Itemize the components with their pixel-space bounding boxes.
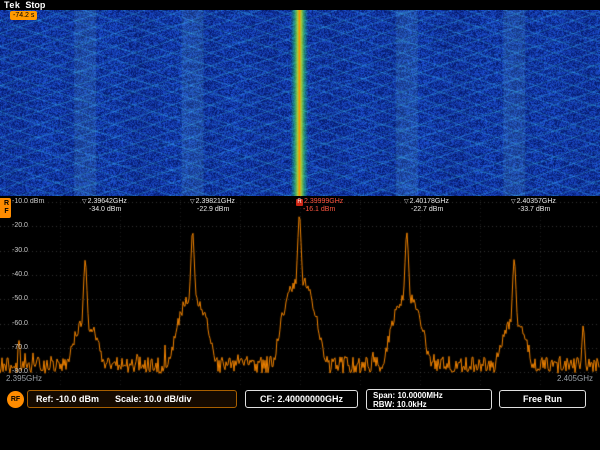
marker-frequency: 2.39821GHz (196, 198, 235, 206)
span-label: Span: 10.0000MHz (373, 391, 485, 400)
span-rbw-button[interactable]: Span: 10.0000MHz RBW: 10.0kHz (366, 389, 492, 410)
rbw-label: RBW: 10.0kHz (373, 400, 485, 409)
marker-frequency: 2.39999GHz (304, 198, 343, 206)
cf-label: CF: 2.40000000GHz (260, 394, 343, 404)
db-axis-label: -30.0 (12, 247, 28, 254)
acquisition-status: Stop (25, 0, 45, 10)
top-status-bar: Tek Stop (4, 0, 45, 10)
ref-scale-readout[interactable]: Ref: -10.0 dBm Scale: 10.0 dB/div (27, 390, 237, 408)
spectrogram-display (0, 10, 600, 196)
marker-triangle-icon: ▽ (404, 198, 409, 206)
marker-amplitude: -33.7 dBm (518, 206, 556, 214)
marker-frequency: 2.39642GHz (88, 198, 127, 206)
ref-level-label: Ref: -10.0 dBm (36, 394, 99, 404)
marker-amplitude: -34.0 dBm (89, 206, 127, 214)
marker-readout: ▽2.40357GHz -33.7 dBm (511, 198, 556, 214)
marker-triangle-icon: ▽ (190, 198, 195, 206)
db-axis-label: -60.0 (12, 320, 28, 327)
center-frequency-button[interactable]: CF: 2.40000000GHz (245, 390, 358, 408)
db-axis-label: -50.0 (12, 295, 28, 302)
freq-axis-end-label: 2.405GHz (557, 374, 593, 383)
marker-frequency: 2.40178GHz (410, 198, 449, 206)
brand-logo: Tek (4, 0, 20, 10)
db-axis-label: -20.0 (12, 222, 28, 229)
spectrum-display (0, 196, 600, 388)
marker-triangle-icon: ▽ (511, 198, 516, 206)
scale-label: Scale: 10.0 dB/div (115, 394, 192, 404)
db-axis-label: -40.0 (12, 271, 28, 278)
readout-bar: RF Ref: -10.0 dBm Scale: 10.0 dB/div CF:… (0, 389, 600, 413)
marker-readout: ▽2.39821GHz -22.9 dBm (190, 198, 235, 214)
reference-marker-readout: R2.39999GHz -16.1 dBm (296, 198, 343, 214)
scope-screen: Tek Stop -74.2 s RF -10.0 dBm -20.0 -30.0… (0, 0, 600, 450)
marker-frequency: 2.40357GHz (517, 198, 556, 206)
marker-readout: ▽2.40178GHz -22.7 dBm (404, 198, 449, 214)
marker-triangle-icon: ▽ (82, 198, 87, 206)
db-axis-label: -70.0 (12, 344, 28, 351)
marker-amplitude: -22.7 dBm (411, 206, 449, 214)
marker-amplitude: -16.1 dBm (303, 206, 343, 214)
rf-source-button[interactable]: RF (7, 391, 24, 408)
freq-axis-start-label: 2.395GHz (6, 374, 42, 383)
acq-mode-label: Free Run (523, 394, 562, 404)
marker-readout: ▽2.39642GHz -34.0 dBm (82, 198, 127, 214)
spectrogram-time-badge: -74.2 s (10, 11, 37, 20)
marker-amplitude: -22.9 dBm (197, 206, 235, 214)
rf-channel-tab[interactable]: RF (0, 198, 11, 218)
db-axis-label: -10.0 dBm (12, 198, 44, 205)
reference-marker-icon: R (296, 199, 303, 206)
acquisition-mode-button[interactable]: Free Run (499, 390, 586, 408)
